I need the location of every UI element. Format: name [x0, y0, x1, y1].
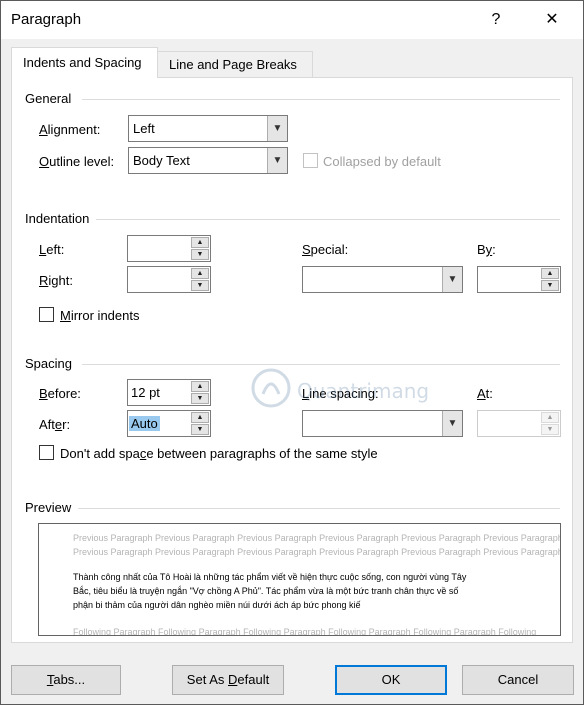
alignment-combo[interactable]: Left ▼	[128, 115, 288, 142]
general-divider	[82, 99, 560, 100]
chevron-down-icon[interactable]: ▼	[267, 116, 287, 141]
spin-up-icon[interactable]: ▲	[541, 268, 559, 279]
at-spinner[interactable]: ▲ ▼	[477, 410, 561, 437]
spin-down-icon[interactable]: ▼	[541, 424, 559, 435]
before-spinner[interactable]: 12 pt ▲ ▼	[127, 379, 211, 406]
svg-text:Quantrimang: Quantrimang	[297, 379, 429, 403]
spin-down-icon[interactable]: ▼	[191, 424, 209, 435]
watermark: Quantrimang	[249, 364, 449, 423]
special-combo[interactable]: ▼	[302, 266, 463, 293]
indentation-heading: Indentation	[25, 211, 90, 226]
outline-level-value: Body Text	[133, 153, 190, 168]
preview-previous-line: Previous Paragraph Previous Paragraph Pr…	[73, 547, 561, 557]
before-label: Before:	[39, 386, 81, 401]
tabs-button[interactable]: Tabs...	[11, 665, 121, 695]
close-button[interactable]: ✕	[529, 5, 575, 35]
preview-divider	[78, 508, 560, 509]
collapsed-checkbox[interactable]	[303, 153, 318, 168]
spin-up-icon[interactable]: ▲	[191, 381, 209, 392]
preview-body-line: phận bi thảm của người dân nghèo miền nú…	[73, 600, 361, 610]
before-value: 12 pt	[131, 385, 160, 400]
after-label: After:	[39, 417, 71, 432]
alignment-value: Left	[133, 121, 155, 136]
chevron-down-icon[interactable]: ▼	[442, 267, 462, 292]
after-spinner[interactable]: Auto ▲ ▼	[127, 410, 211, 437]
general-heading: General	[25, 91, 72, 106]
at-label: At:	[477, 386, 493, 401]
left-indent-spinner[interactable]: ▲ ▼	[127, 235, 211, 262]
preview-heading: Preview	[25, 500, 72, 515]
special-label: Special:	[302, 242, 349, 257]
tab-indents-and-spacing[interactable]: Indents and Spacing	[11, 47, 158, 78]
preview-body-line: Bắc, tiêu biểu là truyện ngắn "Vợ chồng …	[73, 586, 459, 596]
after-value: Auto	[129, 416, 160, 431]
outline-level-label: Outline level:	[39, 154, 115, 169]
dialog-title: Paragraph	[11, 11, 82, 28]
spin-up-icon[interactable]: ▲	[191, 412, 209, 423]
preview-following-line: Following Paragraph Following Paragraph …	[73, 627, 537, 636]
spin-up-icon[interactable]: ▲	[541, 412, 559, 423]
mirror-indents-checkbox[interactable]	[39, 307, 54, 322]
spin-down-icon[interactable]: ▼	[191, 249, 209, 260]
paragraph-dialog: Paragraph ? ✕ Indents and Spacing Line a…	[0, 0, 584, 705]
spin-down-icon[interactable]: ▼	[191, 393, 209, 404]
outline-level-combo[interactable]: Body Text ▼	[128, 147, 288, 174]
preview-body-line: Thành công nhất của Tô Hoài là những tác…	[73, 572, 467, 582]
left-indent-label: Left:	[39, 242, 65, 257]
preview-previous-line: Previous Paragraph Previous Paragraph Pr…	[73, 533, 561, 543]
cancel-button[interactable]: Cancel	[462, 665, 574, 695]
spin-up-icon[interactable]: ▲	[191, 237, 209, 248]
chevron-down-icon[interactable]: ▼	[267, 148, 287, 173]
watermark-logo-icon: Quantrimang	[251, 368, 429, 408]
right-indent-label: Right:	[39, 273, 73, 288]
dont-add-space-checkbox[interactable]	[39, 445, 54, 460]
help-button[interactable]: ?	[473, 5, 519, 35]
by-label: By:	[477, 242, 496, 257]
alignment-label: Alignment:	[39, 122, 101, 137]
preview-box: Previous Paragraph Previous Paragraph Pr…	[38, 523, 561, 636]
spacing-heading: Spacing	[25, 356, 72, 371]
mirror-indents-label: Mirror indents	[60, 308, 140, 323]
by-spinner[interactable]: ▲ ▼	[477, 266, 561, 293]
ok-button[interactable]: OK	[335, 665, 447, 695]
tab-line-and-page-breaks[interactable]: Line and Page Breaks	[158, 51, 313, 77]
collapsed-label: Collapsed by default	[323, 154, 441, 169]
spin-down-icon[interactable]: ▼	[541, 280, 559, 291]
title-bar: Paragraph ? ✕	[1, 1, 583, 39]
dont-add-space-label: Don't add space between paragraphs of th…	[60, 446, 378, 461]
spin-up-icon[interactable]: ▲	[191, 268, 209, 279]
set-as-default-button[interactable]: Set As Default	[172, 665, 284, 695]
indentation-divider	[96, 219, 560, 220]
tab-panel: General Alignment: Left ▼ Outline level:…	[11, 77, 573, 643]
spin-down-icon[interactable]: ▼	[191, 280, 209, 291]
right-indent-spinner[interactable]: ▲ ▼	[127, 266, 211, 293]
